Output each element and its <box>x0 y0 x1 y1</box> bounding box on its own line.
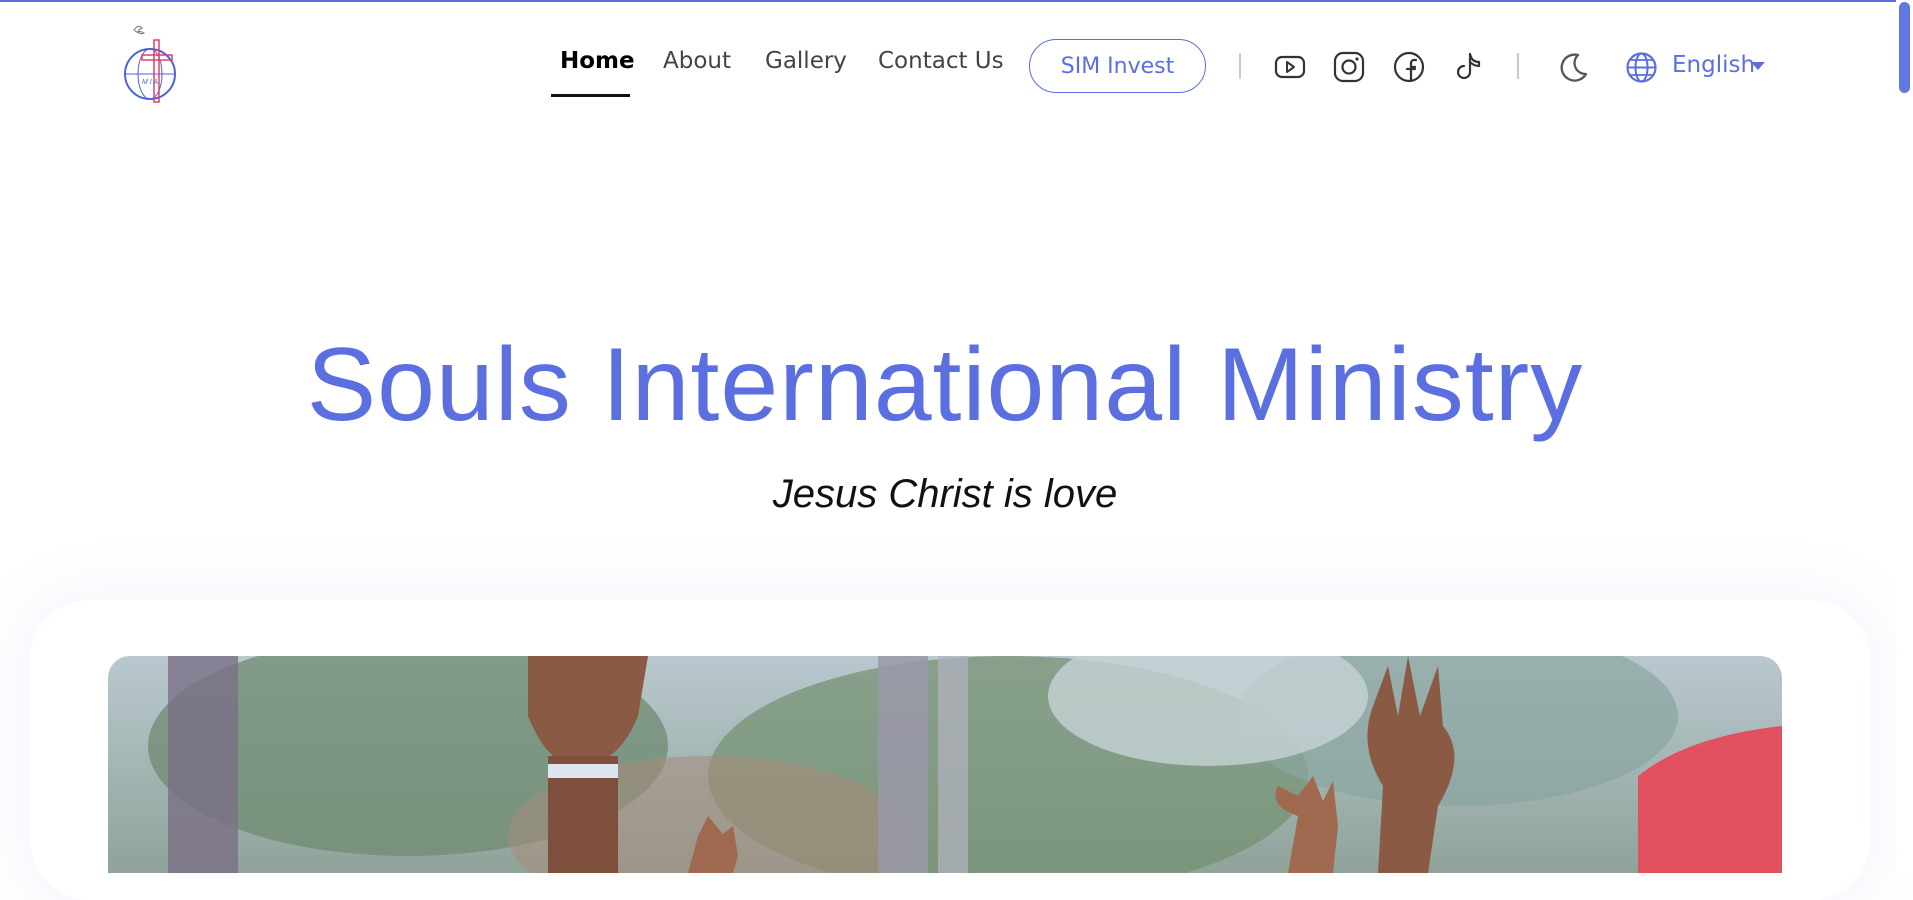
hero-photo <box>108 656 1782 873</box>
svg-text:M I A: M I A <box>142 79 158 86</box>
language-selector[interactable]: English <box>1672 52 1755 78</box>
globe-icon[interactable] <box>1625 51 1658 84</box>
top-accent-line <box>0 0 1913 2</box>
instagram-icon[interactable] <box>1332 50 1366 84</box>
tiktok-icon[interactable] <box>1451 50 1485 84</box>
active-nav-underline <box>551 94 630 97</box>
scrollbar-thumb[interactable] <box>1899 2 1910 93</box>
nav-home[interactable]: Home <box>560 48 635 74</box>
header-divider <box>1239 53 1241 79</box>
facebook-icon[interactable] <box>1392 50 1426 84</box>
ministry-logo[interactable]: M I A <box>120 22 182 104</box>
chevron-down-icon[interactable] <box>1751 62 1765 70</box>
scrollbar[interactable] <box>1896 0 1913 873</box>
moon-icon[interactable] <box>1556 49 1591 84</box>
sim-invest-button[interactable]: SIM Invest <box>1029 39 1206 93</box>
nav-contact-us[interactable]: Contact Us <box>878 48 1004 74</box>
header-divider-2 <box>1517 53 1519 79</box>
hero-subtitle: Jesus Christ is love <box>772 472 1118 516</box>
nav-gallery[interactable]: Gallery <box>765 48 847 74</box>
nav-about[interactable]: About <box>663 48 731 74</box>
youtube-icon[interactable] <box>1273 50 1307 84</box>
hero-title: Souls International Ministry <box>306 327 1584 443</box>
